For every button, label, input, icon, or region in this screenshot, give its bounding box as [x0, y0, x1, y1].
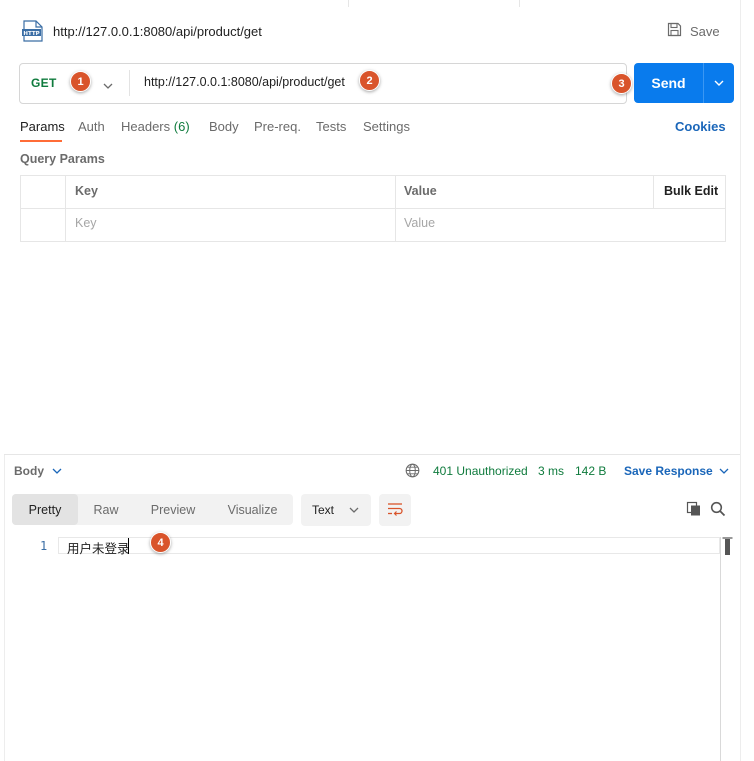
chevron-down-icon	[52, 464, 62, 478]
annotation-badge-3: 3	[611, 73, 632, 94]
url-divider	[129, 70, 130, 96]
wrap-lines-icon	[387, 502, 403, 519]
active-tab-indicator	[20, 140, 62, 142]
left-border	[4, 455, 5, 761]
text-cursor	[128, 538, 129, 554]
search-icon[interactable]	[710, 501, 726, 520]
save-response-button[interactable]: Save Response	[624, 464, 729, 478]
request-title: http://127.0.0.1:8080/api/product/get	[53, 24, 262, 39]
response-body-label: Body	[14, 464, 44, 478]
save-label: Save	[690, 23, 720, 39]
query-params-heading: Query Params	[20, 152, 105, 166]
save-response-label: Save Response	[624, 464, 713, 478]
view-visualize[interactable]: Visualize	[212, 494, 293, 525]
table-column-divider	[65, 175, 66, 242]
send-options-chevron-icon[interactable]	[704, 63, 734, 103]
view-pretty[interactable]: Pretty	[12, 494, 78, 525]
send-button[interactable]: Send	[634, 63, 734, 103]
tab-params[interactable]: Params	[20, 119, 65, 134]
table-column-divider	[395, 175, 396, 242]
tab-headers[interactable]: Headers (6)	[121, 119, 190, 134]
view-preview[interactable]: Preview	[134, 494, 212, 525]
url-input[interactable]: http://127.0.0.1:8080/api/product/get	[144, 75, 345, 89]
tab-tests[interactable]: Tests	[316, 119, 346, 134]
cookies-link[interactable]: Cookies	[675, 119, 726, 134]
save-icon	[667, 22, 682, 40]
response-status[interactable]: 401 Unauthorized	[433, 464, 528, 478]
globe-icon[interactable]	[405, 463, 420, 481]
format-select[interactable]: Text	[301, 494, 371, 526]
headers-count: (6)	[173, 119, 190, 134]
annotation-badge-4: 4	[150, 532, 171, 553]
response-size[interactable]: 142 B	[575, 464, 606, 478]
param-value-input[interactable]: Value	[404, 216, 435, 230]
view-raw[interactable]: Raw	[78, 494, 134, 525]
response-view-tabs: Pretty Raw Preview Visualize	[12, 494, 293, 525]
table-row-divider	[20, 208, 726, 209]
response-body-text[interactable]: 用户未登录	[67, 538, 130, 557]
tab-auth[interactable]: Auth	[78, 119, 105, 134]
svg-text:HTTP: HTTP	[23, 31, 39, 37]
tab-body[interactable]: Body	[209, 119, 239, 134]
response-time[interactable]: 3 ms	[538, 464, 564, 478]
send-label: Send	[651, 75, 686, 91]
editor-scrollbar-thumb[interactable]	[722, 537, 733, 555]
line-number: 1	[40, 539, 48, 553]
param-key-input[interactable]: Key	[75, 216, 97, 230]
tab-prereq[interactable]: Pre-req.	[254, 119, 301, 134]
column-header-value: Value	[404, 184, 437, 198]
format-label: Text	[312, 503, 335, 517]
editor-scrollbar-track[interactable]	[720, 537, 721, 761]
save-button[interactable]: Save	[667, 22, 720, 40]
copy-icon[interactable]	[686, 501, 702, 520]
response-body-dropdown[interactable]: Body	[14, 464, 62, 478]
tab-settings[interactable]: Settings	[363, 119, 410, 134]
wrap-lines-button[interactable]	[379, 494, 411, 526]
response-pane-divider	[4, 454, 740, 455]
annotation-badge-1: 1	[70, 71, 91, 92]
tab-headers-label: Headers	[121, 119, 171, 134]
chevron-down-icon	[719, 464, 729, 478]
method-select[interactable]: GET	[31, 76, 57, 90]
table-column-divider	[653, 175, 654, 208]
http-file-icon: HTTP	[21, 20, 45, 42]
tab-strip-edge	[348, 0, 520, 7]
annotation-badge-2: 2	[359, 70, 380, 91]
chevron-down-icon	[349, 503, 359, 517]
bulk-edit-button[interactable]: Bulk Edit	[664, 184, 718, 198]
right-border	[740, 0, 741, 761]
column-header-key: Key	[75, 184, 98, 198]
chevron-down-icon[interactable]	[103, 78, 113, 93]
